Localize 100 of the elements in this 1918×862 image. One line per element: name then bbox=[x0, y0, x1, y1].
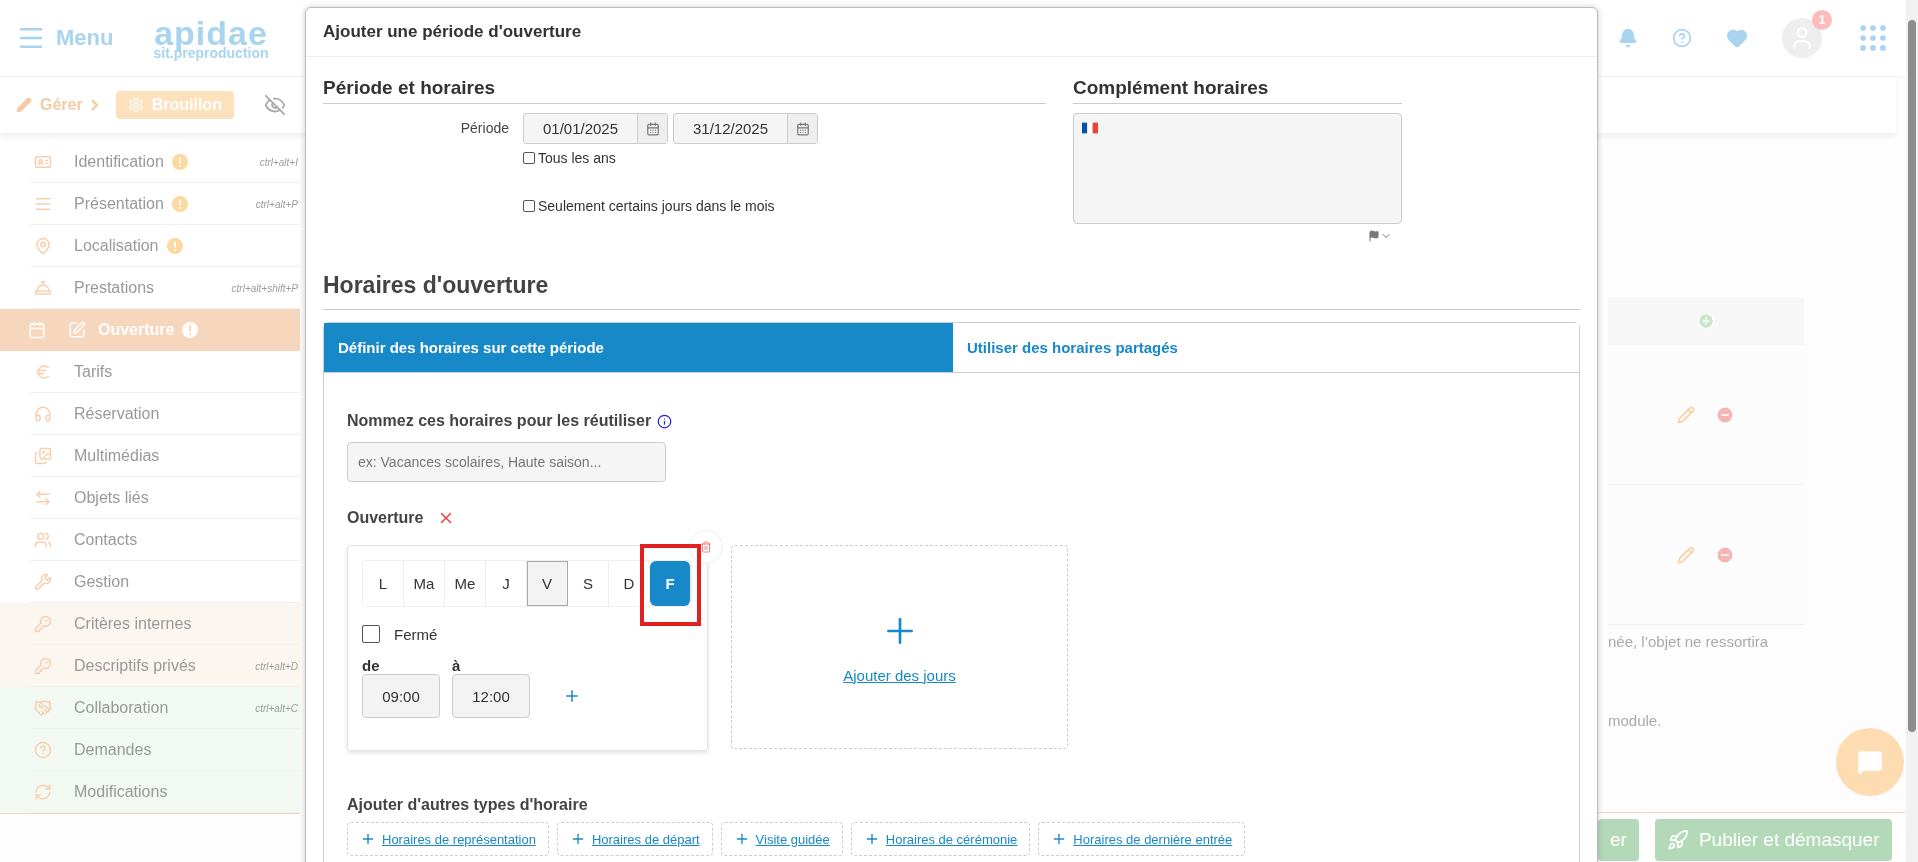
sidebar-item-icon bbox=[34, 195, 52, 213]
sidebar-item-label: Identification bbox=[74, 153, 164, 171]
add-schedule-type-button[interactable]: Horaires de départ bbox=[556, 822, 713, 856]
pencil-icon[interactable] bbox=[1677, 545, 1695, 564]
shortcut-hint: ctrl+alt+shift+P bbox=[231, 282, 299, 294]
shortcut-hint: ctrl+alt+I bbox=[259, 156, 299, 168]
sidebar-item-label: Réservation bbox=[74, 405, 160, 423]
checkbox[interactable] bbox=[523, 152, 535, 164]
time-field[interactable]: 09:00 bbox=[362, 674, 440, 718]
sidebar-item[interactable]: Modifications bbox=[0, 771, 300, 813]
field-label: à bbox=[452, 657, 462, 674]
sidebar-item-label: Prestations bbox=[74, 279, 155, 297]
scrollbar[interactable] bbox=[1906, 0, 1918, 862]
sidebar-item-label: Ouverture bbox=[98, 321, 175, 339]
add-schedule-type-button[interactable]: Visite guidée bbox=[720, 822, 843, 856]
notification-badge: 1 bbox=[1812, 10, 1832, 30]
field-label: Nommez ces horaires pour les réutiliser bbox=[347, 412, 652, 430]
section-title: Période et horaires bbox=[323, 77, 1046, 104]
sidebar-item-label: Collaboration bbox=[74, 699, 169, 717]
sidebar-item-icon bbox=[34, 615, 52, 633]
sidebar-item-label: Gestion bbox=[74, 573, 130, 591]
sidebar-item-icon bbox=[34, 573, 52, 591]
date-field[interactable]: 31/12/2025 bbox=[673, 113, 818, 144]
checkbox-label: Tous les ans bbox=[538, 150, 616, 166]
pencil-icon[interactable] bbox=[1677, 405, 1695, 424]
checkbox-label: Fermé bbox=[394, 625, 438, 643]
plus-icon bbox=[360, 831, 376, 847]
sidebar-item-icon bbox=[34, 363, 52, 381]
section-title: Complément horaires bbox=[1073, 77, 1402, 104]
rocket-icon bbox=[1666, 829, 1689, 851]
sidebar-item-icon bbox=[34, 741, 52, 759]
eye-slash-icon[interactable] bbox=[263, 94, 286, 116]
sidebar-item-icon bbox=[34, 657, 52, 675]
calendar-icon[interactable] bbox=[795, 121, 810, 136]
help-text: module. bbox=[1608, 712, 1663, 729]
sidebar-item-label: Contacts bbox=[74, 531, 138, 549]
day-toggle[interactable]: V bbox=[527, 561, 568, 606]
sidebar-item-label: Présentation bbox=[74, 195, 164, 213]
field-label: de bbox=[362, 657, 381, 674]
add-schedule-type-button[interactable]: Horaires de dernière entrée bbox=[1038, 822, 1246, 856]
sidebar-item[interactable]: Collaboration ctrl+alt+C bbox=[0, 687, 300, 729]
field-label: Période bbox=[459, 119, 509, 138]
edit-icon bbox=[68, 321, 86, 339]
sidebar-item-icon bbox=[34, 279, 52, 297]
date-field[interactable]: 01/01/2025 bbox=[523, 113, 668, 144]
checkbox[interactable] bbox=[362, 625, 380, 643]
sidebar-item-icon bbox=[34, 489, 52, 507]
flag-icon[interactable] bbox=[1368, 230, 1380, 242]
text-area[interactable] bbox=[1073, 113, 1402, 224]
add-icon[interactable] bbox=[1697, 312, 1715, 330]
french-flag-icon bbox=[1082, 122, 1098, 134]
sidebar-item-label: Localisation bbox=[74, 237, 159, 255]
sidebar-item[interactable]: Demandes bbox=[0, 729, 300, 771]
calendar-icon[interactable] bbox=[645, 121, 660, 136]
plus-icon bbox=[563, 687, 581, 705]
sidebar-item-icon bbox=[34, 447, 52, 465]
sidebar-item-icon bbox=[34, 699, 52, 717]
chevron-right-icon bbox=[90, 99, 98, 111]
remove-icon[interactable] bbox=[1715, 404, 1735, 425]
add-schedule-type-button[interactable]: Horaires de représentation bbox=[347, 822, 549, 856]
day-toggle[interactable]: L bbox=[363, 561, 404, 606]
date-input[interactable]: 31/12/2025 bbox=[674, 114, 787, 143]
sidebar-item-icon bbox=[34, 531, 52, 549]
sidebar-item-label: Objets liés bbox=[74, 489, 149, 507]
date-input[interactable]: 01/01/2025 bbox=[524, 114, 637, 143]
gear-icon bbox=[127, 97, 144, 113]
pencil-icon bbox=[16, 97, 32, 113]
shortcut-hint: ctrl+alt+P bbox=[255, 198, 299, 210]
section-title: Horaires d'ouverture bbox=[323, 272, 1580, 310]
tab[interactable]: Définir des horaires sur cette période bbox=[324, 323, 953, 372]
help-text: née, l’objet ne ressortira bbox=[1608, 633, 1770, 650]
info-icon[interactable] bbox=[657, 413, 673, 429]
sidebar-item-label: Tarifs bbox=[74, 363, 113, 381]
sidebar-item-label: Critères internes bbox=[74, 615, 192, 633]
sidebar-item-icon bbox=[34, 405, 52, 423]
field-label: Ouverture bbox=[347, 509, 424, 527]
day-toggle[interactable]: F bbox=[650, 561, 691, 606]
add-schedule-type-button[interactable]: Horaires de cérémonie bbox=[850, 822, 1031, 856]
remove-icon[interactable] bbox=[1715, 544, 1735, 565]
sidebar-item[interactable]: Critères internes bbox=[0, 603, 300, 645]
sidebar-item-label: Descriptifs privés bbox=[74, 657, 196, 675]
trash-icon bbox=[700, 541, 712, 553]
sidebar-item[interactable]: Descriptifs privés ctrl+alt+D bbox=[0, 645, 300, 687]
help-icon[interactable] bbox=[1672, 28, 1692, 48]
delete-button[interactable] bbox=[689, 530, 723, 564]
input-field[interactable]: ex: Vacances scolaires, Haute saison... bbox=[347, 442, 666, 482]
speech-bubble-icon bbox=[1857, 749, 1883, 775]
notification-bell-icon[interactable] bbox=[1618, 28, 1638, 48]
sidebar-item-icon bbox=[34, 783, 52, 801]
sidebar-item-label: Multimédias bbox=[74, 447, 160, 465]
sidebar-item-label: Modifications bbox=[74, 783, 168, 801]
sidebar-item-icon bbox=[28, 321, 46, 339]
heart-icon[interactable] bbox=[1726, 27, 1748, 49]
add-days-button[interactable]: Ajouter des jours bbox=[731, 545, 1068, 749]
time-field[interactable]: 12:00 bbox=[452, 674, 530, 718]
sidebar-item-icon bbox=[34, 237, 52, 255]
sidebar-item-icon bbox=[34, 153, 52, 171]
checkbox[interactable] bbox=[523, 200, 535, 212]
checkbox-label: Seulement certains jours dans le mois bbox=[538, 198, 775, 214]
sidebar-item-label: Demandes bbox=[74, 741, 152, 759]
